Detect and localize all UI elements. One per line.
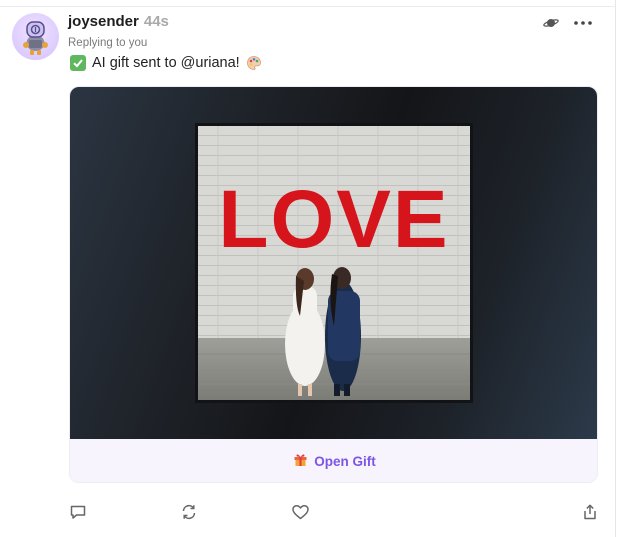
recast-icon[interactable] (179, 502, 199, 522)
love-text: LOVE (218, 174, 449, 265)
post-actions (68, 502, 600, 522)
reply-label: Replying to you (68, 37, 148, 49)
timestamp: 44s (143, 13, 169, 30)
divider (0, 6, 616, 7)
username[interactable]: joysender (68, 13, 139, 30)
check-box-icon (70, 55, 86, 71)
channel-icon[interactable] (541, 14, 561, 32)
post-header: joysender 44s (68, 13, 169, 33)
palette-icon (246, 55, 262, 71)
open-gift-button[interactable]: Open Gift (70, 439, 597, 482)
reply-icon[interactable] (68, 502, 88, 522)
header-actions (541, 14, 593, 32)
open-gift-label: Open Gift (314, 454, 376, 469)
post-container: joysender 44s Replying to you AI gift se… (0, 0, 616, 537)
avatar[interactable] (12, 13, 59, 60)
like-icon[interactable] (290, 502, 310, 522)
gift-icon (293, 452, 308, 472)
gift-image-backdrop: LOVE (70, 87, 597, 439)
gift-card[interactable]: LOVE Open Gift (69, 86, 598, 483)
share-icon[interactable] (580, 502, 600, 522)
message-text: AI gift sent to @uriana! (92, 55, 240, 71)
gift-image[interactable]: LOVE (195, 123, 473, 403)
more-icon[interactable] (573, 14, 593, 32)
post-message: AI gift sent to @uriana! (70, 55, 262, 71)
